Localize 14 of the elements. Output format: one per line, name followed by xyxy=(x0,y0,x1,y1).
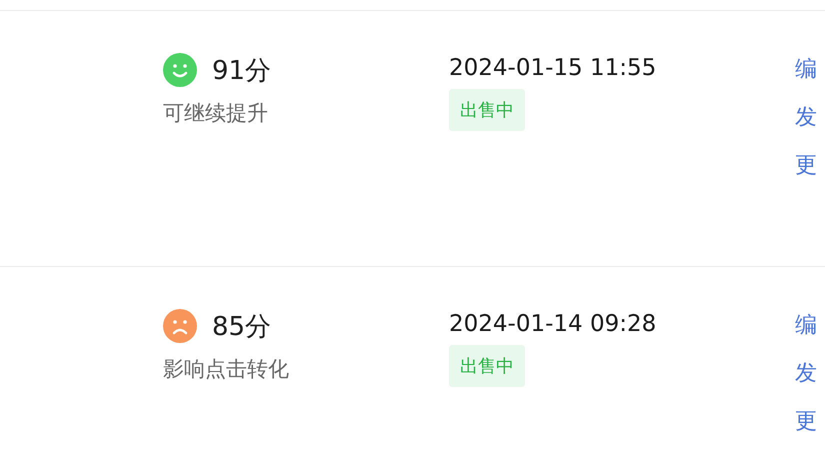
score-note: 影响点击转化 xyxy=(163,356,290,383)
score-note: 可继续提升 xyxy=(163,100,269,127)
action-link[interactable]: 编 xyxy=(795,46,817,94)
score-value: 85分 xyxy=(212,310,272,344)
action-link[interactable]: 发 xyxy=(795,94,817,142)
listing-time: 2024-01-15 11:55 xyxy=(449,54,656,83)
status-badge: 出售中 xyxy=(449,89,525,131)
action-link[interactable]: 编 xyxy=(795,302,817,350)
action-link[interactable]: 更 xyxy=(795,142,817,190)
score-value: 91分 xyxy=(212,54,272,88)
action-link[interactable]: 更 xyxy=(795,398,817,446)
action-link[interactable]: 发 xyxy=(795,350,817,398)
listing-time: 2024-01-14 09:28 xyxy=(449,310,656,339)
status-badge: 出售中 xyxy=(449,345,525,387)
